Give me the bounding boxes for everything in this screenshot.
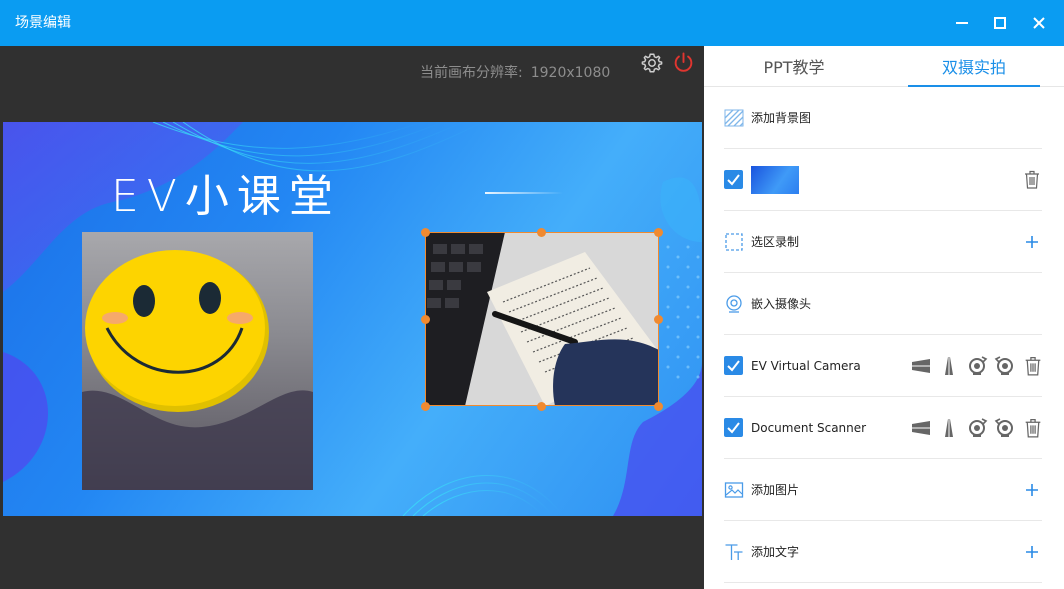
resolution-value: 1920x1080 [530, 65, 611, 81]
title-bar: 场景编辑 [0, 0, 1064, 46]
background-item-row[interactable] [724, 149, 1042, 211]
right-panel: PPT教学 双摄实拍 添加背景图 选区录制 嵌入摄像头 EV Virtual C… [704, 46, 1064, 589]
background-thumbnail [751, 166, 799, 194]
resize-handle-top[interactable] [537, 228, 546, 237]
camera-2-label: Document Scanner [751, 421, 867, 435]
text-icon [725, 544, 743, 560]
resize-handle-bottom-right[interactable] [654, 402, 663, 411]
check-icon [727, 174, 740, 186]
minimize-icon [956, 22, 968, 24]
region-record-row[interactable]: 选区录制 [724, 211, 1042, 273]
background-checkbox[interactable] [724, 170, 743, 189]
embed-camera-row[interactable]: 嵌入摄像头 [724, 273, 1042, 335]
trash-icon[interactable] [1022, 417, 1044, 439]
close-icon [1033, 17, 1045, 29]
tab-ppt-teaching[interactable]: PPT教学 [734, 46, 854, 87]
preview-area: 当前画布分辨率: 1920x1080 EV小课堂 [0, 46, 704, 589]
document-feed-image [425, 232, 659, 406]
add-image-row[interactable]: 添加图片 [724, 459, 1042, 521]
plus-icon[interactable] [1022, 232, 1042, 252]
flip-vertical-icon[interactable] [938, 417, 960, 439]
camera-2-checkbox[interactable] [724, 418, 743, 437]
camera-2-tools [910, 417, 1042, 439]
flip-vertical-icon[interactable] [938, 355, 960, 377]
close-button[interactable] [1025, 9, 1053, 37]
power-icon[interactable] [672, 51, 695, 74]
trash-icon[interactable] [1022, 355, 1044, 377]
add-background-label: 添加背景图 [751, 111, 812, 125]
resize-handle-right[interactable] [654, 315, 663, 324]
camera-item-ev-virtual[interactable]: EV Virtual Camera [724, 335, 1042, 397]
camera-feed-face[interactable] [82, 232, 313, 490]
resize-handle-top-right[interactable] [654, 228, 663, 237]
trash-icon[interactable] [1022, 169, 1042, 190]
camera-1-label: EV Virtual Camera [751, 359, 861, 373]
camera-item-document-scanner[interactable]: Document Scanner [724, 397, 1042, 459]
tab-dual-camera[interactable]: 双摄实拍 [908, 46, 1040, 87]
plus-icon[interactable] [1022, 480, 1042, 500]
rotate-left-icon[interactable] [966, 417, 988, 439]
resize-handle-bottom-left[interactable] [421, 402, 430, 411]
add-image-label: 添加图片 [751, 483, 800, 497]
add-text-label: 添加文字 [751, 545, 800, 559]
camera-1-checkbox[interactable] [724, 356, 743, 375]
slide-title: EV小课堂 [111, 171, 341, 222]
image-icon [724, 482, 744, 498]
add-text-row[interactable]: 添加文字 [724, 521, 1042, 583]
resolution-label: 当前画布分辨率: [420, 65, 523, 81]
add-background-row[interactable]: 添加背景图 [724, 87, 1042, 149]
webcam-icon [726, 295, 742, 313]
plus-icon[interactable] [1022, 542, 1042, 562]
rotate-left-icon[interactable] [966, 355, 988, 377]
resize-handle-bottom[interactable] [537, 402, 546, 411]
gear-icon[interactable] [641, 52, 663, 74]
embed-camera-label: 嵌入摄像头 [751, 297, 812, 311]
region-record-label: 选区录制 [751, 235, 800, 249]
rotate-right-icon[interactable] [994, 417, 1016, 439]
check-icon [727, 422, 740, 434]
title-underline [485, 192, 563, 194]
resize-handle-left[interactable] [421, 315, 430, 324]
background-hatch-icon [724, 109, 744, 127]
flip-horizontal-icon[interactable] [910, 355, 932, 377]
resize-handle-top-left[interactable] [421, 228, 430, 237]
scene-canvas[interactable]: EV小课堂 [3, 122, 702, 516]
rotate-right-icon[interactable] [994, 355, 1016, 377]
tab-bar: PPT教学 双摄实拍 [704, 46, 1064, 87]
smiley-face-icon [82, 250, 313, 490]
canvas-resolution: 当前画布分辨率: 1920x1080 [420, 62, 610, 82]
maximize-icon [994, 17, 1006, 29]
window-title: 场景编辑 [15, 15, 71, 31]
maximize-button[interactable] [986, 9, 1014, 37]
minimize-button[interactable] [948, 9, 976, 37]
check-icon [727, 360, 740, 372]
dashed-selection-icon [725, 233, 743, 251]
camera-1-tools [910, 355, 1042, 377]
camera-feed-document[interactable] [425, 232, 659, 406]
flip-horizontal-icon[interactable] [910, 417, 932, 439]
